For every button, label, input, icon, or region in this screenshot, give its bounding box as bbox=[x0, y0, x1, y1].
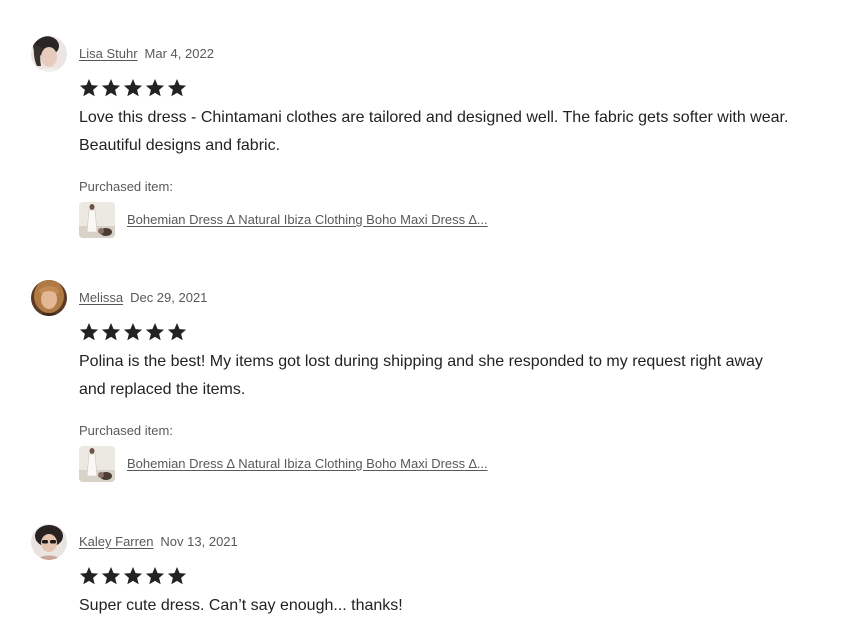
star-icon bbox=[145, 79, 165, 97]
review-text: Super cute dress. Can’t say enough... th… bbox=[79, 597, 403, 614]
star-icon bbox=[79, 323, 99, 341]
star-icon bbox=[101, 79, 121, 97]
star-icon bbox=[101, 567, 121, 585]
star-icon bbox=[123, 79, 143, 97]
review-date: Nov 13, 2021 bbox=[160, 534, 238, 549]
avatar[interactable] bbox=[31, 280, 67, 316]
purchased-item-link[interactable]: Bohemian Dress ∆ Natural Ibiza Clothing … bbox=[127, 456, 488, 472]
review-text: Love this dress - Chintamani clothes are… bbox=[79, 109, 789, 154]
item-thumbnail[interactable] bbox=[79, 202, 115, 238]
review-meta: Melissa Dec 29, 2021 bbox=[79, 290, 207, 306]
review-date: Mar 4, 2022 bbox=[144, 46, 214, 61]
item-thumbnail[interactable] bbox=[79, 446, 115, 482]
star-icon bbox=[167, 567, 187, 585]
reviewer-name-link[interactable]: Lisa Stuhr bbox=[79, 46, 138, 61]
avatar[interactable] bbox=[31, 36, 67, 72]
avatar[interactable] bbox=[31, 524, 67, 560]
reviewer-name-link[interactable]: Melissa bbox=[79, 290, 123, 305]
star-icon bbox=[167, 323, 187, 341]
purchased-item-link[interactable]: Bohemian Dress ∆ Natural Ibiza Clothing … bbox=[127, 212, 488, 228]
reviewer-name-link[interactable]: Kaley Farren bbox=[79, 534, 153, 549]
star-rating bbox=[79, 566, 187, 586]
star-icon bbox=[123, 323, 143, 341]
star-icon bbox=[167, 79, 187, 97]
purchased-item-label: Purchased item: bbox=[79, 179, 173, 194]
review-date: Dec 29, 2021 bbox=[130, 290, 208, 305]
review-text: Polina is the best! My items got lost du… bbox=[79, 353, 763, 398]
purchased-item-label: Purchased item: bbox=[79, 423, 173, 438]
star-icon bbox=[79, 79, 99, 97]
star-icon bbox=[123, 567, 143, 585]
star-icon bbox=[79, 567, 99, 585]
star-icon bbox=[101, 323, 121, 341]
review-meta: Kaley Farren Nov 13, 2021 bbox=[79, 534, 238, 550]
star-icon bbox=[145, 567, 165, 585]
star-rating bbox=[79, 78, 187, 98]
star-rating bbox=[79, 322, 187, 342]
review-meta: Lisa Stuhr Mar 4, 2022 bbox=[79, 46, 214, 62]
star-icon bbox=[145, 323, 165, 341]
